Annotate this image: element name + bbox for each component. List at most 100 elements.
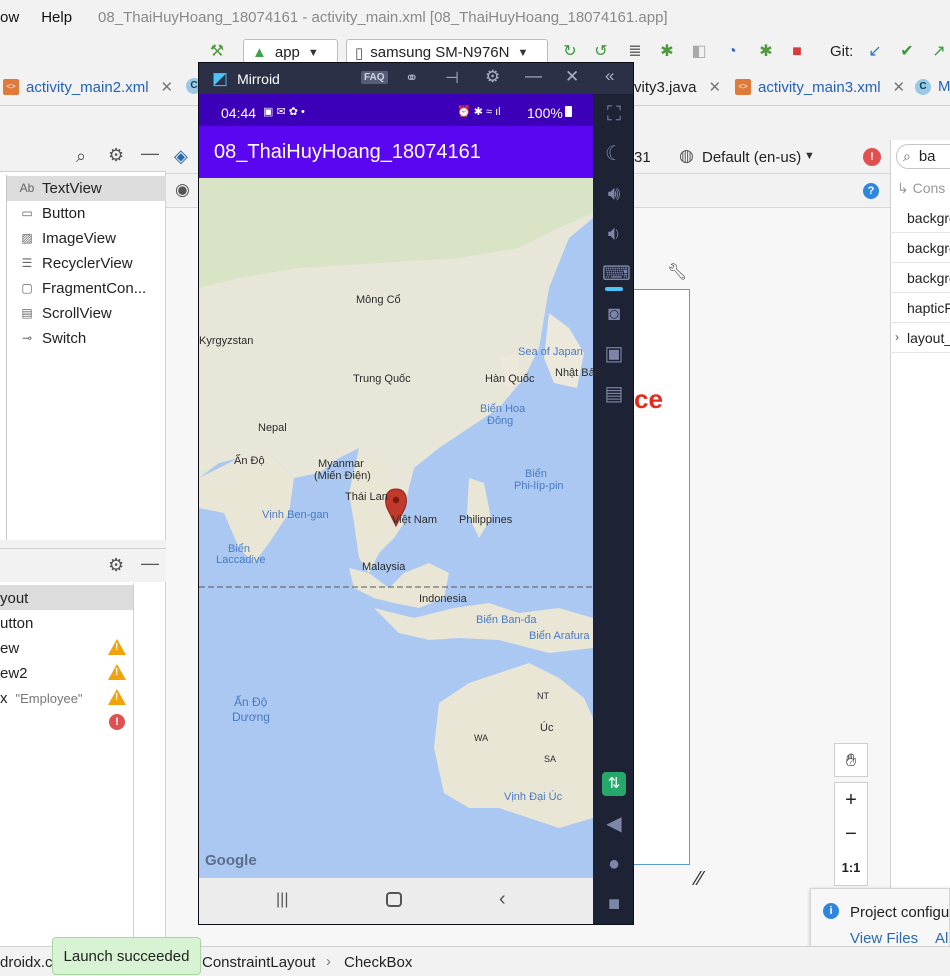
sea-label: Biển [525,468,548,480]
tab-activity3-java[interactable]: vity3.java ✕ [634,78,722,97]
zoom-fit-button[interactable]: 1:1 [835,851,867,885]
help-icon[interactable]: ? [863,183,879,199]
breadcrumb-item[interactable]: ConstraintLayout [202,954,315,971]
app-switch-icon[interactable]: ⇅ [602,772,626,796]
tab-activity-main3[interactable]: <> activity_main3.xml ✕ [735,78,905,96]
tree-row-textview[interactable]: ew [0,636,19,660]
attribute-row[interactable]: backgro [890,233,950,263]
home-icon[interactable]: ● [602,852,626,876]
attribute-row[interactable]: backgro [890,203,950,233]
list-icon[interactable]: ≣ [626,43,644,61]
minimize-icon[interactable]: — [525,66,542,86]
palette-item-textview[interactable]: Ab TextView [18,176,102,200]
map-label: Malaysia [362,561,406,573]
apply-changes-icon[interactable]: ↺ [592,43,610,61]
close-icon[interactable]: ✕ [893,78,906,96]
layout-blueprint-frame[interactable] [633,289,690,865]
close-icon[interactable]: ✕ [709,78,722,96]
view-files-link[interactable]: View Files [850,930,918,947]
app-title-bar: 08_ThaiHuyHoang_18074161 [199,126,593,178]
launch-toast: Launch succeeded [52,937,201,975]
fullscreen-icon[interactable]: ⛶ [602,102,626,126]
constraint-row[interactable]: ↳ Cons [897,180,945,197]
back-icon[interactable]: ‹ [499,888,506,911]
layers-icon[interactable]: ◈ [174,146,188,167]
moon-icon[interactable]: ☾ [602,142,626,166]
keyboard-toggle[interactable] [605,287,623,291]
tree-row-textview2[interactable]: ew2 [0,661,28,685]
minimize-icon[interactable]: — [141,143,159,164]
locale-select[interactable]: Default (en-us) [702,149,801,166]
error-icon[interactable]: ! [863,148,881,166]
git-update-icon[interactable]: ↙ [866,43,884,61]
attribute-search-field[interactable]: ⌕ ba [896,144,950,169]
close-icon[interactable]: ✕ [161,78,174,96]
error-icon[interactable]: ! [109,714,125,730]
video-icon[interactable]: ▤ [602,382,626,406]
pin-icon[interactable]: ⊣ [445,68,459,88]
attach-debugger-icon[interactable]: ◧ [690,43,708,61]
tab-activity-main2[interactable]: <> activity_main2.xml ✕ [3,78,173,96]
profiler-icon[interactable]: ◔ [723,43,741,61]
breadcrumb-item[interactable]: CheckBox [344,954,412,971]
link-icon[interactable]: ⚭ [405,68,418,88]
volume-down-icon[interactable]: 🔉︎ [602,222,626,246]
eye-icon[interactable]: ◉ [175,180,190,200]
breadcrumb-item[interactable]: droidx.c [0,954,53,971]
bug-icon[interactable]: ✱ [757,43,775,61]
attribute-row[interactable]: layout_c [890,323,950,353]
attribute-row[interactable]: hapticFe [890,293,950,323]
keyboard-icon[interactable]: ⌨ [602,262,631,286]
minimize-icon[interactable]: — [141,553,159,574]
palette-item-recyclerview[interactable]: ☰ RecyclerView [18,251,133,275]
resize-handle[interactable]: ⁄⁄ [696,868,703,891]
tree-row-checkbox[interactable]: x "Employee" [0,686,83,710]
wrench-icon[interactable]: 🔧︎ [667,262,687,282]
api-level-label[interactable]: 31 [634,149,651,166]
debug-icon[interactable]: ✱ [658,43,676,61]
always-link[interactable]: Al [935,930,948,947]
record-icon[interactable]: ▣ [602,342,626,366]
faq-button[interactable]: FAQ [361,71,388,84]
palette-item-fragment[interactable]: ▢ FragmentCon... [18,276,146,300]
back-icon[interactable]: ◀ [602,812,626,836]
collapse-icon[interactable]: « [605,66,614,86]
attribute-row[interactable]: backgro [890,263,950,293]
stop-icon[interactable]: ■ [788,43,806,61]
home-icon[interactable] [386,892,402,907]
hammer-icon[interactable]: ⚒ [208,43,226,61]
palette-item-scrollview[interactable]: ▤ ScrollView [18,301,111,325]
map-view[interactable] [199,178,593,878]
warning-icon[interactable]: ! [108,664,126,680]
palette-item-imageview[interactable]: ▨ ImageView [18,226,116,250]
git-commit-icon[interactable]: ✔ [898,43,916,61]
palette-item-switch[interactable]: ⊸ Switch [18,326,86,350]
class-file-icon: C [915,78,931,95]
map-label: Kyrgyzstan [199,335,254,347]
warning-icon[interactable]: ! [108,639,126,655]
warning-icon[interactable]: ! [108,689,126,705]
pan-hand-icon[interactable]: ✋︎ [834,743,868,777]
menu-item-window[interactable]: ow [0,9,27,26]
zoom-out-button[interactable]: − [835,817,867,851]
tab-main-java[interactable]: C M [915,78,950,95]
palette-item-button[interactable]: ▭ Button [18,201,85,225]
recents-icon[interactable]: ■ [602,892,626,916]
menu-item-help[interactable]: Help [33,9,80,26]
gear-icon[interactable]: ⚙ [485,67,500,87]
tree-row-button[interactable]: utton [0,611,33,635]
camera-icon[interactable]: ◙ [602,302,626,326]
rerun-icon[interactable]: ↻ [561,43,579,61]
chevron-right-icon[interactable]: › [895,330,899,344]
close-icon[interactable]: ✕ [565,67,579,87]
run-config-label: app [274,44,300,61]
map-label: Úc [540,722,554,734]
recents-icon[interactable]: ||| [276,891,288,909]
tree-row-layout[interactable]: yout [0,586,28,610]
gear-icon[interactable]: ⚙ [108,555,124,576]
volume-up-icon[interactable]: 🔊︎ [602,182,626,206]
search-icon[interactable]: ⌕ [76,146,86,167]
gear-icon[interactable]: ⚙ [108,145,124,166]
zoom-in-button[interactable]: + [835,783,867,817]
git-push-icon[interactable]: ↗ [930,43,948,61]
